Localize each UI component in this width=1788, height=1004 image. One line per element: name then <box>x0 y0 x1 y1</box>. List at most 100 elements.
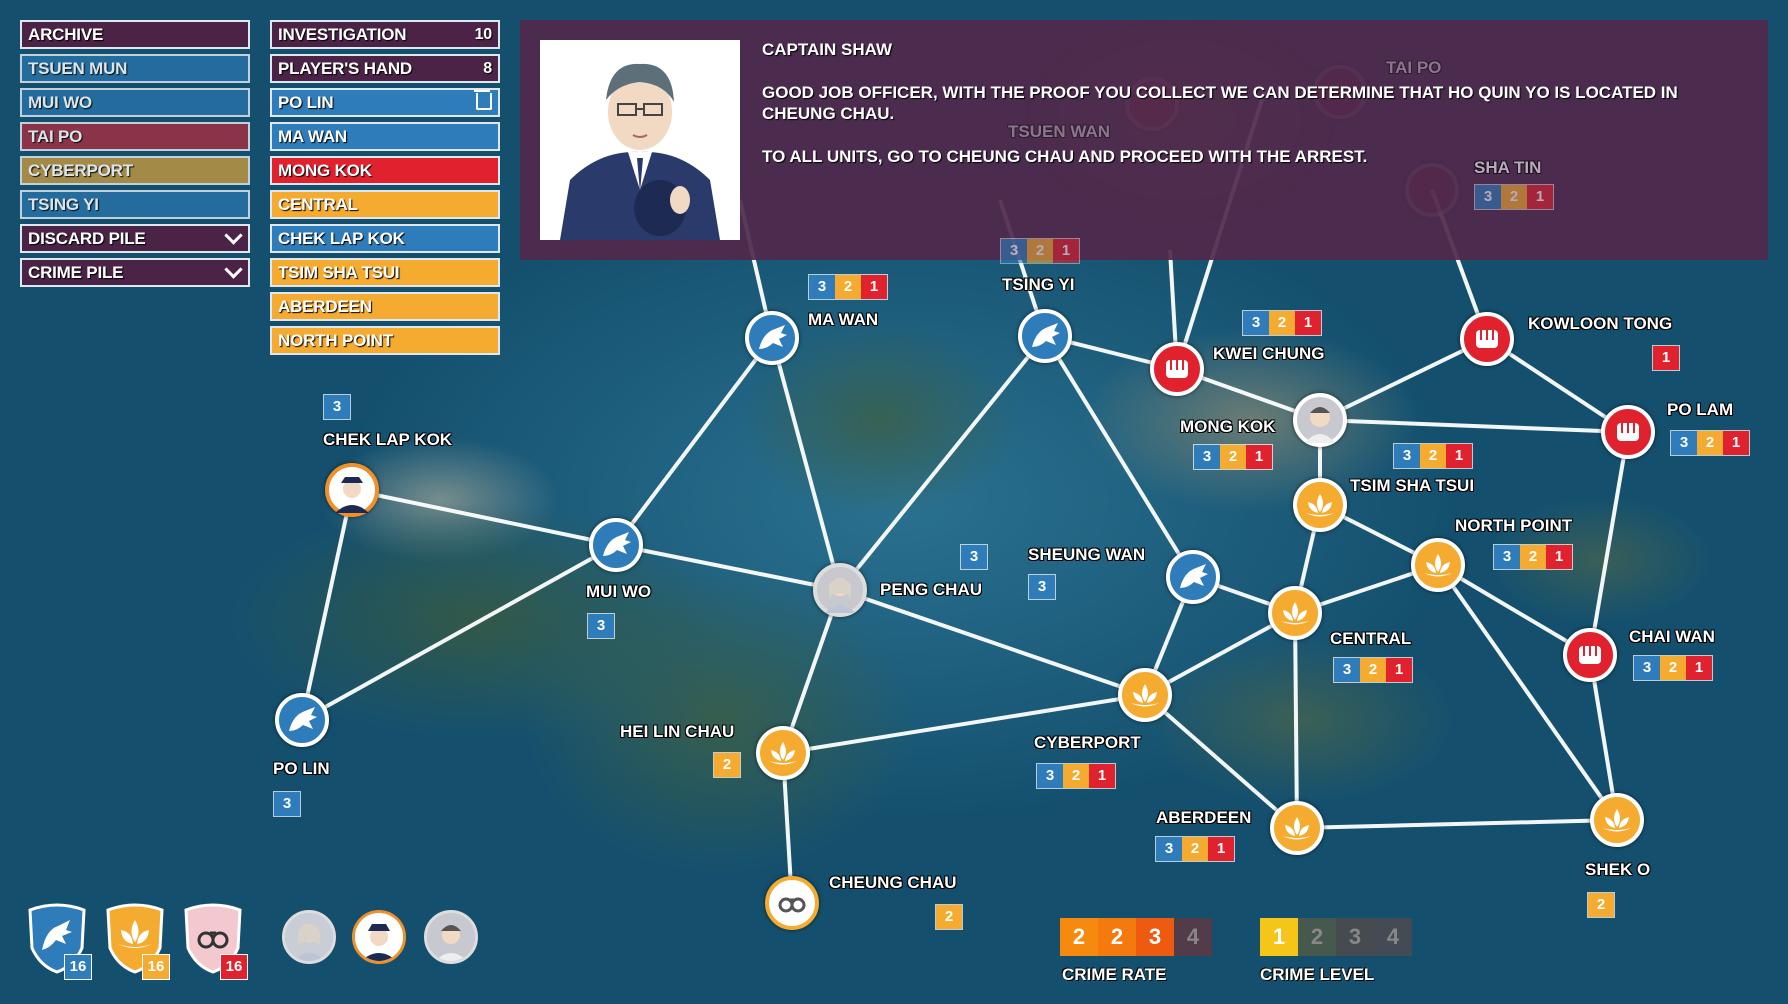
fist-icon <box>1617 423 1639 441</box>
player-avatar-1[interactable] <box>282 910 336 964</box>
node-cheung-chau[interactable] <box>765 876 819 930</box>
node-north-point[interactable] <box>1411 538 1465 592</box>
lotus-icon <box>1424 554 1452 577</box>
archive-button[interactable]: ARCHIVE <box>20 20 250 49</box>
crime-level-cell-2: 2 <box>1298 918 1336 956</box>
node-peng-chau[interactable] <box>813 563 867 617</box>
category-mui-wo[interactable]: MUI WO <box>20 88 250 117</box>
node-sheung-wan[interactable] <box>1166 550 1220 604</box>
counter-red: 1 <box>1208 837 1234 861</box>
hand-card-label: PO LIN <box>278 93 334 112</box>
counter-red: 1 <box>1089 764 1115 788</box>
counter-orange: 2 <box>1660 656 1686 680</box>
counter-chek-lap-kok: 3 <box>323 394 351 420</box>
police-officer-icon <box>335 477 369 513</box>
hand-card-tsim-sha-tsui[interactable]: TSIM SHA TSUI <box>270 258 500 287</box>
dialog-box[interactable]: CAPTAIN SHAW GOOD JOB OFFICER, WITH THE … <box>520 20 1768 260</box>
node-kowloon-tong[interactable] <box>1460 312 1514 366</box>
dragon-badge[interactable]: 16 <box>22 900 92 980</box>
counters-north-point: 3 2 1 <box>1493 544 1573 570</box>
player-portrait-icon <box>285 913 333 961</box>
crime-level-label: CRIME LEVEL <box>1260 965 1375 984</box>
chevron-down-icon <box>224 226 243 245</box>
counter-red: 1 <box>1053 239 1079 263</box>
counter-blue: 3 <box>1243 311 1269 335</box>
trash-icon[interactable] <box>474 90 492 110</box>
counters-kwei-chung: 3 2 1 <box>1242 310 1322 336</box>
crime-level-cell-1: 1 <box>1260 918 1298 956</box>
label-central: CENTRAL <box>1330 629 1412 648</box>
investigation-deck[interactable]: INVESTIGATION 10 <box>270 20 500 49</box>
node-hei-lin-chau[interactable] <box>756 726 810 780</box>
investigation-count: 10 <box>474 26 493 43</box>
lotus-icon <box>1603 809 1631 832</box>
discard-pile-dropdown[interactable]: DISCARD PILE <box>20 224 250 253</box>
counters-chai-wan: 3 2 1 <box>1633 655 1713 681</box>
dialog-line-1: GOOD JOB OFFICER, WITH THE PROOF YOU COL… <box>762 83 1678 123</box>
node-chai-wan[interactable] <box>1563 628 1617 682</box>
player-avatar-3[interactable] <box>424 910 478 964</box>
fist-icon <box>1579 646 1601 664</box>
counter-red: 1 <box>861 275 887 299</box>
counter-sheung-wan: 3 <box>1028 574 1056 600</box>
cuffs-badge[interactable]: 16 <box>178 900 248 980</box>
counter-blue: 3 <box>1156 837 1182 861</box>
counter-blue: 3 <box>1475 185 1501 209</box>
node-kwei-chung[interactable] <box>1150 342 1204 396</box>
counter-red: 1 <box>1527 185 1553 209</box>
hand-card-chek-lap-kok[interactable]: CHEK LAP KOK <box>270 224 500 253</box>
label-tsim-sha-tsui: TSIM SHA TSUI <box>1350 476 1475 495</box>
hand-card-po-lin[interactable]: PO LIN <box>270 88 500 117</box>
node-shek-o[interactable] <box>1590 793 1644 847</box>
players-hand-header[interactable]: PLAYER'S HAND 8 <box>270 54 500 83</box>
node-po-lam[interactable] <box>1601 405 1655 459</box>
dragon-icon <box>1180 564 1208 588</box>
node-ma-wan[interactable] <box>745 311 799 365</box>
label-aberdeen: ABERDEEN <box>1156 808 1252 827</box>
category-tsuen-mun[interactable]: TSUEN MUN <box>20 54 250 83</box>
handcuffs-icon <box>778 897 806 913</box>
hand-card-ma-wan[interactable]: MA WAN <box>270 122 500 151</box>
counter-red: 1 <box>1246 445 1272 469</box>
hand-card-north-point[interactable]: NORTH POINT <box>270 326 500 355</box>
crime-pile-dropdown[interactable]: CRIME PILE <box>20 258 250 287</box>
category-tai-po[interactable]: TAI PO <box>20 122 250 151</box>
hand-card-central[interactable]: CENTRAL <box>270 190 500 219</box>
counter-blue: 3 <box>1037 764 1063 788</box>
node-po-lin[interactable] <box>275 693 329 747</box>
counter-hei-lin-chau: 2 <box>713 752 741 778</box>
counter-orange: 2 <box>835 275 861 299</box>
counter-blue: 3 <box>1671 431 1697 455</box>
dragon-badge-count: 16 <box>64 954 92 980</box>
counter-red: 1 <box>1686 656 1712 680</box>
counter-blue: 3 <box>588 614 614 638</box>
node-aberdeen[interactable] <box>1270 801 1324 855</box>
dragon-icon <box>289 707 317 731</box>
chevron-down-icon <box>224 260 243 279</box>
lotus-badge[interactable]: 16 <box>100 900 170 980</box>
counter-mui-wo: 3 <box>587 613 615 639</box>
node-central[interactable] <box>1268 586 1322 640</box>
fist-icon <box>1166 360 1188 378</box>
lotus-icon <box>769 742 797 765</box>
hand-card-mong-kok[interactable]: MONG KOK <box>270 156 500 185</box>
counter-orange: 2 <box>1269 311 1295 335</box>
node-mong-kok[interactable] <box>1293 393 1347 447</box>
label-kowloon-tong: KOWLOON TONG <box>1528 314 1673 333</box>
counter-orange: 2 <box>1063 764 1089 788</box>
node-chek-lap-kok[interactable] <box>325 463 379 517</box>
counters-sha-tin: 3 2 1 <box>1474 184 1554 210</box>
label-shek-o: SHEK O <box>1585 860 1651 879</box>
hand-card-aberdeen[interactable]: ABERDEEN <box>270 292 500 321</box>
node-mui-wo[interactable] <box>589 518 643 572</box>
crime-rate-cell-2: 2 <box>1098 918 1136 956</box>
player-avatar-2[interactable] <box>352 910 406 964</box>
label-ma-wan: MA WAN <box>808 310 879 329</box>
category-cyberport[interactable]: CYBERPORT <box>20 156 250 185</box>
fist-icon <box>1476 330 1498 348</box>
counter-red: 1 <box>1386 658 1412 682</box>
node-tsing-yi[interactable] <box>1018 309 1072 363</box>
category-tsing-yi[interactable]: TSING YI <box>20 190 250 219</box>
node-cyberport[interactable] <box>1118 668 1172 722</box>
node-tsim-sha-tsui[interactable] <box>1293 478 1347 532</box>
